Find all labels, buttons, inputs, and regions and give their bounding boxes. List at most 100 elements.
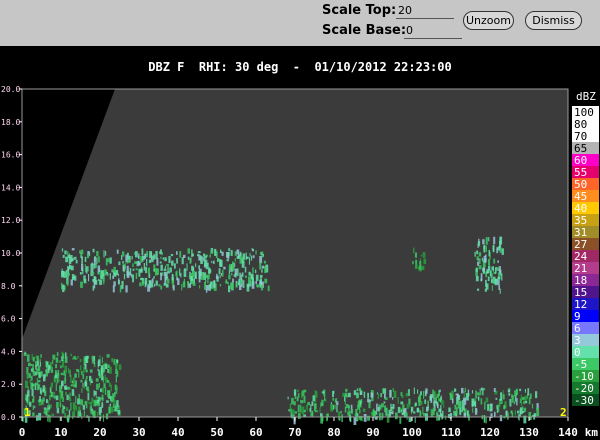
- echo-cell: [50, 404, 52, 409]
- echo-cell: [227, 282, 229, 285]
- echo-cell: [100, 365, 104, 373]
- echo-cell: [415, 264, 418, 269]
- echo-cell: [517, 410, 520, 414]
- echo-cell: [497, 260, 499, 263]
- colorbar-unit: dBZ: [576, 90, 596, 103]
- echo-cell: [141, 248, 144, 256]
- echo-cell: [135, 268, 138, 271]
- echo-cell: [70, 384, 74, 387]
- echo-cell: [171, 260, 174, 266]
- x-tick-label: 120: [480, 426, 500, 439]
- echo-cell: [395, 412, 398, 420]
- echo-cell: [79, 272, 82, 275]
- echo-cell: [401, 412, 404, 416]
- echo-cell: [96, 257, 98, 264]
- echo-cell: [183, 269, 187, 277]
- echo-cell: [176, 270, 178, 278]
- echo-cell: [303, 395, 306, 403]
- echo-cell: [465, 393, 469, 401]
- echo-cell: [95, 399, 98, 404]
- echo-cell: [190, 275, 193, 281]
- echo-cell: [80, 399, 84, 406]
- echo-cell: [444, 415, 447, 420]
- echo-cell: [463, 397, 467, 405]
- echo-cell: [195, 263, 197, 267]
- echo-cell: [26, 394, 29, 403]
- echo-cell: [493, 236, 496, 245]
- echo-cell: [40, 371, 43, 377]
- echo-cell: [336, 405, 338, 413]
- x-tick-label: 10: [54, 426, 67, 439]
- echo-cell: [235, 281, 238, 288]
- echo-cell: [24, 351, 26, 354]
- echo-cell: [164, 276, 167, 284]
- echo-cell: [347, 411, 350, 416]
- x-tick-label: 90: [366, 426, 379, 439]
- echo-cell: [429, 394, 432, 399]
- echo-cell: [56, 376, 59, 384]
- echo-cell: [83, 410, 85, 417]
- echo-cell: [135, 272, 138, 280]
- echo-cell: [414, 402, 417, 407]
- echo-cell: [125, 285, 128, 293]
- echo-cell: [119, 285, 122, 293]
- echo-cell: [55, 364, 58, 369]
- echo-cell: [210, 250, 214, 254]
- echo-cell: [149, 251, 152, 259]
- echo-cell: [43, 407, 46, 410]
- echo-cell: [242, 280, 245, 288]
- echo-cell: [87, 251, 90, 255]
- echo-cell: [80, 249, 84, 255]
- echo-cell: [97, 399, 99, 403]
- echo-cell: [74, 357, 77, 360]
- echo-cell: [61, 380, 64, 387]
- echo-cell: [259, 274, 263, 278]
- echo-cell: [417, 389, 419, 394]
- echo-cell: [312, 395, 315, 401]
- echo-cell: [439, 389, 441, 393]
- echo-cell: [232, 262, 234, 265]
- echo-cell: [264, 266, 267, 274]
- echo-cell: [344, 406, 347, 413]
- x-tick-label: 40: [171, 426, 184, 439]
- echo-cell: [483, 388, 486, 391]
- echo-cell: [514, 410, 516, 416]
- echo-cell: [496, 247, 499, 254]
- echo-cell: [248, 271, 251, 276]
- echo-cell: [225, 279, 227, 283]
- echo-cell: [349, 415, 352, 421]
- echo-cell: [154, 268, 158, 276]
- echo-cell: [367, 398, 370, 403]
- echo-cell: [36, 360, 39, 366]
- echo-cell: [246, 256, 249, 259]
- echo-cell: [408, 398, 411, 405]
- echo-cell: [378, 412, 381, 421]
- echo-cell: [181, 257, 184, 265]
- echo-cell: [198, 271, 201, 274]
- echo-cell: [82, 382, 84, 388]
- echo-cell: [427, 400, 429, 407]
- rhi-plot[interactable]: 0 10 20 30 40 50 60 70 80 90 100 110 120 130 140 km 0.0 2…: [0, 0, 600, 440]
- echo-cell: [476, 275, 478, 278]
- echo-cell: [297, 389, 299, 393]
- echo-cell: [101, 270, 104, 277]
- y-tick-label: 8.0: [1, 282, 16, 291]
- echo-cell: [181, 284, 183, 291]
- echo-cell: [484, 288, 487, 292]
- echo-cell: [413, 387, 415, 395]
- echo-cell: [259, 281, 262, 285]
- echo-cell: [91, 397, 94, 403]
- echo-cell: [62, 284, 65, 293]
- echo-cell: [61, 271, 64, 278]
- echo-cell: [211, 285, 214, 290]
- echo-cell: [134, 252, 136, 255]
- echo-cell: [64, 387, 68, 390]
- x-tick-label: 110: [441, 426, 461, 439]
- echo-cell: [261, 269, 263, 273]
- echo-cell: [362, 408, 366, 412]
- echo-cell: [30, 364, 33, 366]
- x-tick-label: 70: [288, 426, 301, 439]
- echo-cell: [529, 393, 532, 399]
- echo-cell: [34, 382, 38, 385]
- echo-cell: [519, 388, 522, 392]
